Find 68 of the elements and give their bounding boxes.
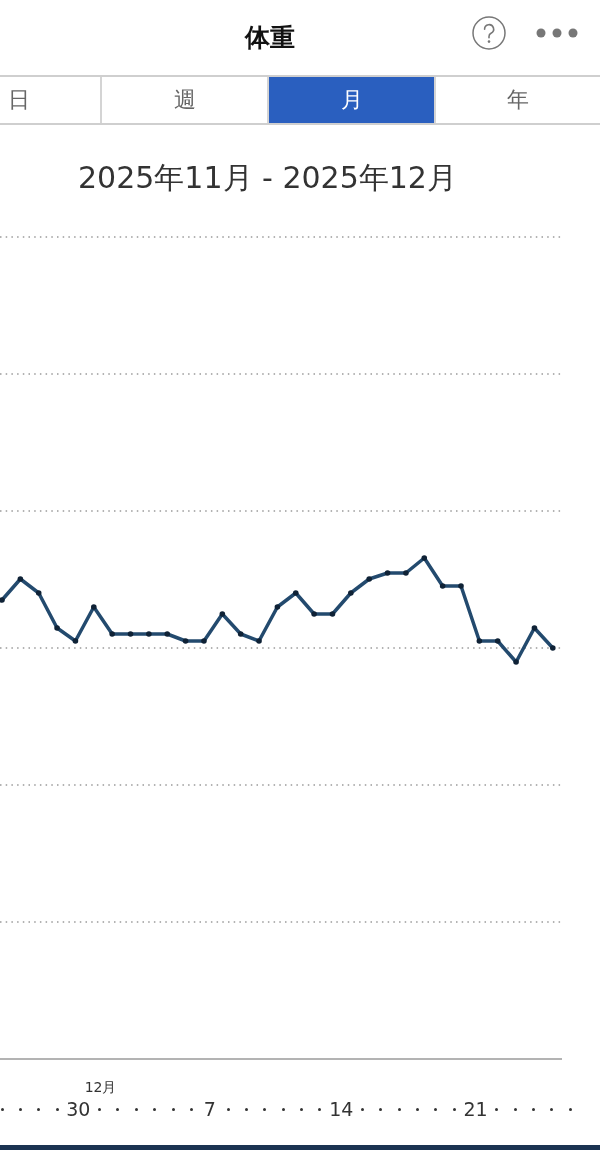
tick-mark <box>397 1107 401 1111</box>
data-point <box>513 659 519 665</box>
tick-mark <box>245 1107 248 1111</box>
tick-mark <box>379 1107 383 1111</box>
data-point <box>403 570 409 576</box>
tick-mark <box>416 1107 420 1111</box>
data-point <box>329 611 336 617</box>
data-point <box>219 611 226 617</box>
tick-mark <box>568 1107 572 1111</box>
period-tab[interactable]: 月 <box>267 77 434 123</box>
data-point <box>476 638 483 644</box>
help-icon[interactable] <box>472 16 506 50</box>
data-point <box>164 631 171 637</box>
data-point <box>421 555 428 561</box>
data-point <box>109 631 115 637</box>
data-point <box>274 604 281 610</box>
tick-mark <box>318 1107 322 1111</box>
axis-label: 7 <box>203 1098 216 1120</box>
axis-label: 21 <box>463 1098 488 1120</box>
screen-title: 体重 <box>245 24 295 52</box>
axis-label: 14 <box>329 1098 354 1120</box>
data-point <box>91 604 97 610</box>
tick-mark <box>55 1107 59 1111</box>
data-point <box>146 631 152 637</box>
data-point <box>127 631 134 637</box>
tick-mark <box>116 1107 120 1111</box>
data-point <box>72 638 79 644</box>
more-icon[interactable] <box>536 28 578 38</box>
data-point <box>182 638 189 644</box>
tick-mark <box>300 1107 304 1111</box>
tick-mark <box>98 1107 102 1111</box>
axis-label: 30 <box>66 1098 91 1120</box>
data-point <box>439 583 446 589</box>
data-point <box>201 638 207 644</box>
month-label: 12月 <box>84 1079 117 1097</box>
data-point <box>0 597 5 603</box>
data-point <box>17 576 24 582</box>
tick-mark <box>0 1107 4 1111</box>
data-point <box>311 611 317 617</box>
data-point <box>458 583 464 589</box>
tick-mark <box>513 1107 517 1111</box>
data-point <box>384 570 391 576</box>
tick-mark <box>134 1107 138 1111</box>
tick-mark <box>434 1107 438 1111</box>
data-point <box>237 631 244 637</box>
date-range: 2025年11月 - 2025年12月 <box>78 158 457 197</box>
data-point <box>54 625 60 631</box>
tick-mark <box>550 1107 554 1111</box>
data-point <box>256 638 262 644</box>
tick-mark <box>171 1107 175 1111</box>
tick-mark <box>263 1107 267 1111</box>
tick-mark <box>281 1107 285 1111</box>
tick-mark <box>226 1107 230 1111</box>
tick-mark <box>189 1107 193 1111</box>
tick-mark <box>37 1107 41 1111</box>
tick-mark <box>452 1107 456 1111</box>
data-point <box>366 576 372 582</box>
data-point <box>35 590 42 596</box>
tick-mark <box>361 1107 364 1111</box>
data-point <box>348 590 354 596</box>
data-point <box>531 625 538 631</box>
data-point <box>292 590 299 596</box>
tick-mark <box>153 1107 157 1111</box>
data-point <box>494 638 501 644</box>
data-point <box>550 645 556 651</box>
tick-mark <box>532 1107 536 1111</box>
tick-mark <box>495 1107 499 1111</box>
tick-mark <box>18 1107 22 1111</box>
